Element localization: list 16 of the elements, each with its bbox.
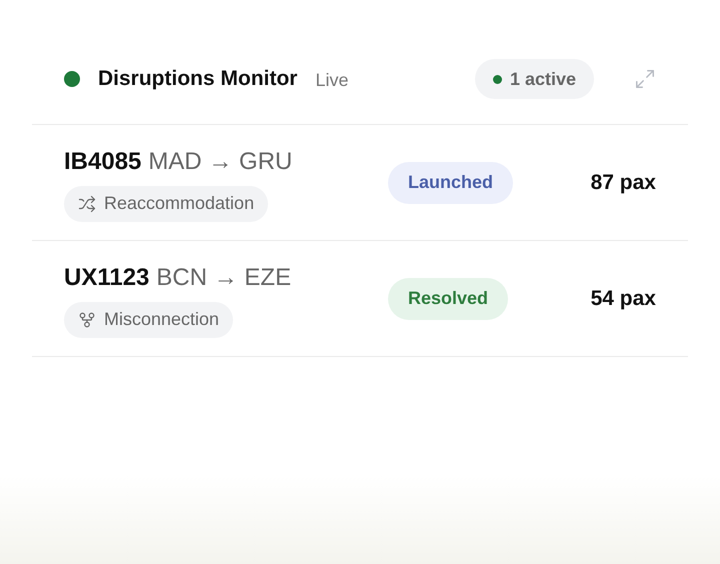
active-count-badge: 1 active <box>474 59 594 99</box>
shuffle-icon <box>78 194 96 212</box>
flight-route: MAD → GRU <box>148 146 292 176</box>
category-tag: Misconnection <box>64 302 234 338</box>
passenger-count: 54 pax <box>590 286 656 312</box>
expand-icon[interactable] <box>634 68 656 90</box>
flight-number: UX1123 <box>64 262 150 292</box>
flight-number: IB4085 <box>64 146 142 176</box>
flight-route: BCN → EZE <box>156 262 292 292</box>
panel-title: Disruptions Monitor <box>98 66 298 92</box>
category-tag: Reaccommodation <box>64 186 268 222</box>
status-badge: Resolved <box>388 278 508 320</box>
status-badge: Launched <box>388 162 514 204</box>
live-label: Live <box>315 68 349 92</box>
passenger-count: 87 pax <box>590 170 656 196</box>
branch-icon <box>78 310 96 328</box>
